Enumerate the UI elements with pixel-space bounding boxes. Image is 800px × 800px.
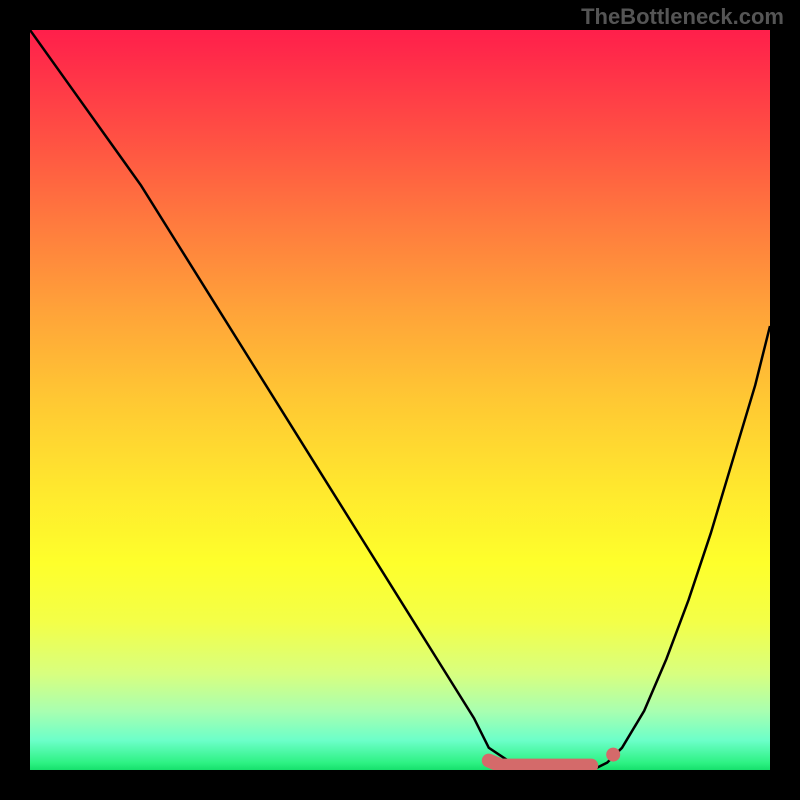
flat-region-marker — [489, 761, 591, 766]
bottleneck-curve-path — [30, 30, 770, 770]
watermark-text: TheBottleneck.com — [581, 4, 784, 30]
chart-container: TheBottleneck.com — [0, 0, 800, 800]
chart-overlay — [30, 30, 770, 770]
flat-region-end-dot — [606, 748, 620, 762]
